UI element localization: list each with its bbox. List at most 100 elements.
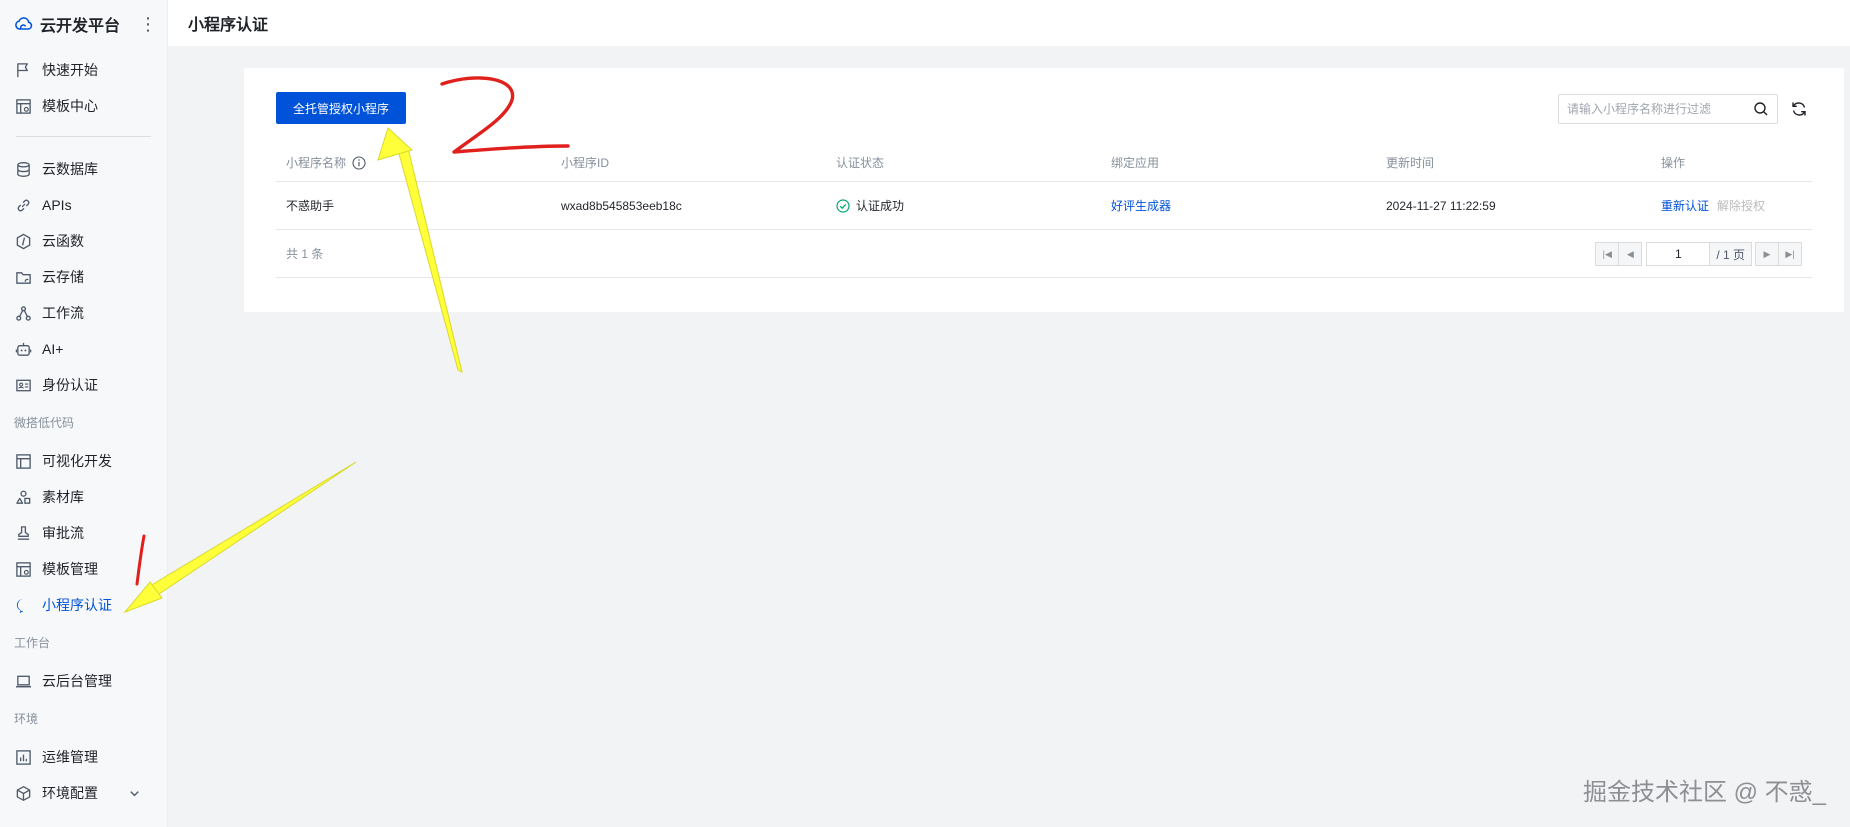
sidebar-item-visual-dev[interactable]: 可视化开发 xyxy=(0,443,167,479)
cell-bound-app: 好评生成器 xyxy=(1101,197,1376,214)
sidebar-item-label: 工作流 xyxy=(42,305,84,321)
sidebar-item-label: 可视化开发 xyxy=(42,453,112,469)
sidebar-item-label: AI+ xyxy=(42,341,64,357)
sidebar-item-label: 小程序认证 xyxy=(42,597,112,613)
sidebar-item-env-config[interactable]: 环境配置 xyxy=(0,775,167,811)
content-card: 全托管授权小程序 小程序名称 小程序ID 认证状态 绑定应用 更新时间 操作 不… xyxy=(244,68,1844,312)
workflow-icon xyxy=(14,304,32,322)
sidebar-item-approval[interactable]: 审批流 xyxy=(0,515,167,551)
link-icon xyxy=(14,196,32,214)
chat-bubble-icon xyxy=(14,596,32,614)
sidebar-item-label: 素材库 xyxy=(42,489,84,505)
function-icon xyxy=(14,232,32,250)
column-header-status: 认证状态 xyxy=(836,156,885,170)
cell-updated: 2024-11-27 11:22:59 xyxy=(1386,198,1496,213)
sidebar-item-workflow[interactable]: 工作流 xyxy=(0,295,167,331)
sidebar-item-miniprogram-auth[interactable]: 小程序认证 xyxy=(0,587,167,623)
page-input[interactable] xyxy=(1646,242,1711,266)
bound-app-link[interactable]: 好评生成器 xyxy=(1111,197,1171,214)
table-row: 不惑助手 wxad8b545853eeb18c 认证成功 好评生成器 2024-… xyxy=(276,182,1812,230)
bar-chart-icon xyxy=(14,748,32,766)
flag-icon xyxy=(14,61,32,79)
sidebar-divider xyxy=(16,136,151,137)
sidebar-item-ops[interactable]: 运维管理 xyxy=(0,739,167,775)
cube-icon xyxy=(14,784,32,802)
shapes-icon xyxy=(14,488,32,506)
search-box xyxy=(1558,94,1778,124)
section-label-workbench: 工作台 xyxy=(14,636,51,650)
more-menu-icon[interactable]: ⋮ xyxy=(139,14,157,35)
sidebar-item-label: 审批流 xyxy=(42,525,84,541)
sidebar-item-label: 云数据库 xyxy=(42,161,98,177)
search-icon[interactable] xyxy=(1753,101,1769,117)
authorize-miniprogram-button[interactable]: 全托管授权小程序 xyxy=(276,92,406,124)
sidebar-item-identity[interactable]: 身份认证 xyxy=(0,367,167,403)
revoke-auth-link: 解除授权 xyxy=(1717,199,1766,213)
table-footer: 共 1 条 |◀ ◀ / 1 页 ▶ ▶| xyxy=(276,230,1812,278)
section-label-env: 环境 xyxy=(14,712,39,726)
sidebar-item-assets[interactable]: 素材库 xyxy=(0,479,167,515)
sidebar: 云开发平台 ⋮ 快速开始 模板中心 云数据库 APIs 云函数 云存储 工作流 … xyxy=(0,0,168,827)
chevron-down-icon[interactable] xyxy=(125,784,143,802)
column-header-updated: 更新时间 xyxy=(1386,156,1435,170)
sidebar-item-storage[interactable]: 云存储 xyxy=(0,259,167,295)
search-input[interactable] xyxy=(1567,102,1753,116)
sidebar-item-label: 云存储 xyxy=(42,269,84,285)
sidebar-item-label: 环境配置 xyxy=(42,785,98,801)
column-header-id: 小程序ID xyxy=(561,156,610,170)
column-header-actions: 操作 xyxy=(1661,156,1686,170)
last-page-icon[interactable]: ▶| xyxy=(1778,242,1802,266)
cloud-logo-icon xyxy=(15,17,33,30)
brand-title: 云开发平台 xyxy=(40,18,121,35)
info-icon[interactable] xyxy=(352,155,366,170)
column-header-label: 小程序名称 xyxy=(286,156,347,170)
storage-icon xyxy=(14,268,32,286)
pagination: |◀ ◀ / 1 页 ▶ ▶| xyxy=(1595,242,1802,266)
total-pages: / 1 页 xyxy=(1709,242,1752,266)
template-manage-icon xyxy=(14,560,32,578)
reauth-link[interactable]: 重新认证 xyxy=(1661,197,1709,214)
cell-actions: 重新认证 解除授权 xyxy=(1651,197,1812,214)
sidebar-item-label: 身份认证 xyxy=(42,377,98,393)
sidebar-item-apis[interactable]: APIs xyxy=(0,187,167,223)
watermark: 掘金技术社区 @ 不惑_ xyxy=(1582,779,1826,806)
stamp-icon xyxy=(14,524,32,542)
robot-icon xyxy=(14,340,32,358)
layout-icon xyxy=(14,452,32,470)
refresh-icon[interactable] xyxy=(1790,100,1808,118)
table-header-row: 小程序名称 小程序ID 认证状态 绑定应用 更新时间 操作 xyxy=(276,144,1812,182)
sidebar-item-functions[interactable]: 云函数 xyxy=(0,223,167,259)
cell-name: 不惑助手 xyxy=(286,199,335,213)
sidebar-item-label: 模板中心 xyxy=(42,98,98,114)
next-page-icon[interactable]: ▶ xyxy=(1755,242,1779,266)
database-icon xyxy=(14,160,32,178)
sidebar-item-cloud-admin[interactable]: 云后台管理 xyxy=(0,663,167,699)
sidebar-item-label: 云后台管理 xyxy=(42,673,112,689)
column-header-name: 小程序名称 xyxy=(276,154,551,171)
prev-page-icon[interactable]: ◀ xyxy=(1618,242,1643,266)
column-header-bound-app: 绑定应用 xyxy=(1111,156,1160,170)
miniprogram-table: 小程序名称 小程序ID 认证状态 绑定应用 更新时间 操作 不惑助手 wxad8… xyxy=(276,144,1812,230)
first-page-icon[interactable]: |◀ xyxy=(1595,242,1620,266)
sidebar-item-label: APIs xyxy=(42,197,72,213)
brand: 云开发平台 ⋮ xyxy=(0,0,167,48)
sidebar-item-label: 模板管理 xyxy=(42,561,98,577)
page-title: 小程序认证 xyxy=(188,17,269,34)
sidebar-item-label: 运维管理 xyxy=(42,749,98,765)
sidebar-item-label: 快速开始 xyxy=(42,62,98,78)
cell-status: 认证成功 xyxy=(826,197,1101,214)
total-count: 共 1 条 xyxy=(286,247,324,261)
top-bar: 小程序认证 xyxy=(168,0,1850,46)
section-label-lowcode: 微搭低代码 xyxy=(14,416,75,430)
sidebar-item-template-manage[interactable]: 模板管理 xyxy=(0,551,167,587)
status-text: 认证成功 xyxy=(856,199,905,213)
cell-id: wxad8b545853eeb18c xyxy=(561,198,682,213)
sidebar-item-quick-start[interactable]: 快速开始 xyxy=(0,52,167,88)
laptop-icon xyxy=(14,672,32,690)
id-card-icon xyxy=(14,376,32,394)
sidebar-item-template-center[interactable]: 模板中心 xyxy=(0,88,167,124)
sidebar-item-database[interactable]: 云数据库 xyxy=(0,151,167,187)
check-circle-icon xyxy=(836,198,850,213)
sidebar-item-label: 云函数 xyxy=(42,233,84,249)
sidebar-item-ai[interactable]: AI+ xyxy=(0,331,167,367)
